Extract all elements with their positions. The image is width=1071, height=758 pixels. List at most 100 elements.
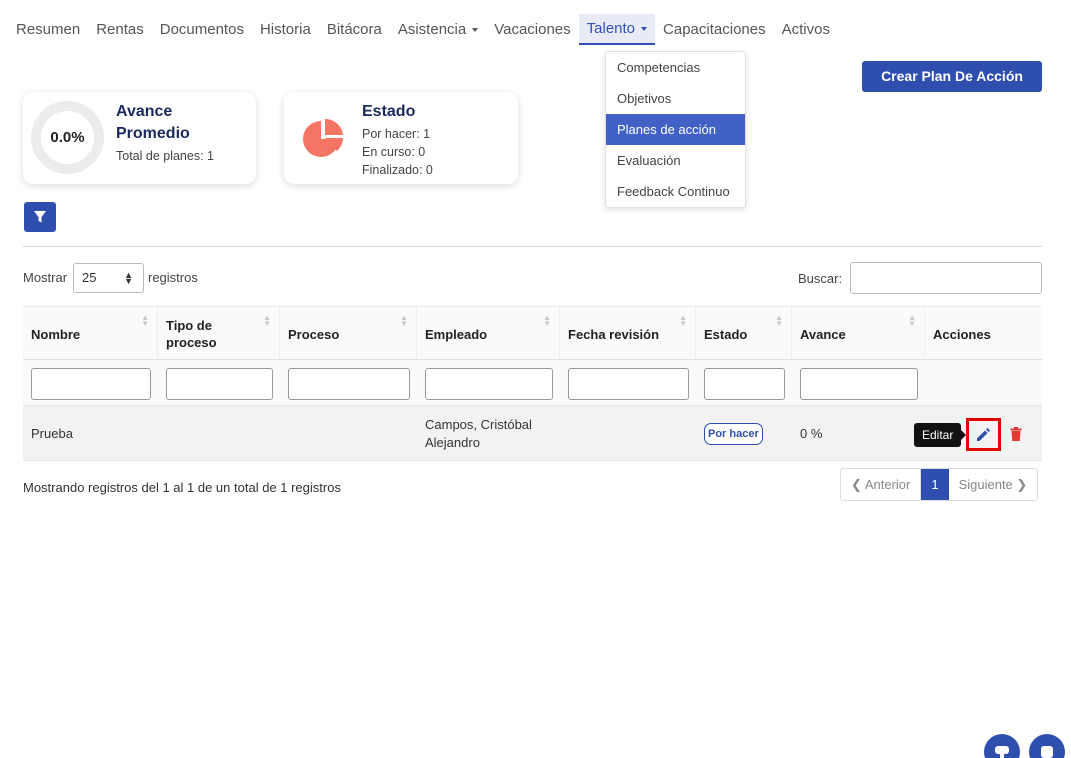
nav-asistencia[interactable]: Asistencia [390,15,486,44]
pencil-icon [977,428,990,441]
menu-item-objetivos[interactable]: Objetivos [606,83,745,114]
filter-icon [34,211,46,223]
cell-estado: Por hacer [696,406,792,461]
header-label: Nombre [31,326,81,342]
filter-proceso-input[interactable] [288,368,410,400]
filter-empleado-input[interactable] [425,368,553,400]
header-label: Proceso [288,326,340,342]
prev-label: Anterior [864,477,911,492]
chat-icon [995,746,1009,758]
nav-vacaciones[interactable]: Vacaciones [486,15,578,44]
header-fecha-revision[interactable]: Fecha revisión ▲ ▼ [560,307,696,361]
nav-label: Documentos [159,20,244,38]
filter-avance-input[interactable] [800,368,918,400]
support-button[interactable] [1029,734,1065,758]
header-tipo-de-proceso[interactable]: Tipo de proceso ▲ ▼ [158,307,280,361]
nav-label: Talento [586,19,636,37]
talento-dropdown-menu: Competencias Objetivos Planes de acción … [605,51,746,208]
edit-tooltip: Editar [914,423,967,447]
average-progress-card: 0.0% Avance Promedio Total de planes: 1 [23,92,256,184]
sort-icon: ▲ ▼ [908,313,916,328]
nav-activos[interactable]: Activos [774,15,838,44]
menu-item-evaluacion[interactable]: Evaluación [606,145,745,176]
header-estado[interactable]: Estado ▲ ▼ [696,307,792,361]
average-progress-title-line2: Promedio [116,125,190,142]
status-por-hacer: Por hacer: 1 [362,127,431,141]
status-title: Estado [362,103,416,120]
header-avance[interactable]: Avance ▲ ▼ [792,307,925,361]
filter-tipo-input[interactable] [166,368,273,400]
page-length-value: 25 [82,270,97,285]
nav-label: Asistencia [397,20,467,38]
pagination-page-1[interactable]: 1 [921,469,949,500]
header-label: Tipo de proceso [166,317,217,351]
nav-label: Bitácora [326,20,382,38]
next-label: Siguiente [958,477,1013,492]
divider [23,246,1042,247]
menu-item-competencias[interactable]: Competencias [606,52,745,83]
page-length-select[interactable]: 25 ▲ ▼ [73,263,144,293]
delete-button[interactable] [1008,425,1024,443]
search-input[interactable] [850,262,1042,294]
pagination-next[interactable]: Siguiente ❯ [948,469,1038,500]
chat-button[interactable] [984,734,1020,758]
column-filter-row [23,360,1042,406]
header-acciones: Acciones [925,307,1042,361]
sort-icon: ▲ ▼ [400,313,408,328]
sort-icon: ▲ ▼ [141,313,149,328]
header-nombre[interactable]: Nombre ▲ ▼ [23,307,158,361]
filter-nombre-input[interactable] [31,368,151,400]
nav-talento[interactable]: Talento [578,13,656,45]
header-label: Acciones [933,326,991,342]
header-label: Estado [704,326,748,342]
records-label: registros [148,270,198,285]
cell-empleado-text: Campos, Cristóbal Alejandro [425,416,532,452]
sort-icon: ▲ ▼ [543,313,551,328]
header-label: Avance [800,326,846,342]
headset-icon [1041,746,1053,758]
nav-rentas[interactable]: Rentas [88,15,152,44]
cell-nombre: Prueba [31,425,73,441]
empleado-line2: Alejandro [425,434,480,450]
pagination-prev[interactable]: ❮ Anterior [841,469,922,500]
nav-historia[interactable]: Historia [252,15,319,44]
menu-item-feedback-continuo[interactable]: Feedback Continuo [606,176,745,207]
caret-down-icon [641,26,648,31]
edit-button[interactable] [966,418,1001,451]
sort-icon: ▲ ▼ [775,313,783,328]
sort-icon: ▲ ▼ [679,313,687,328]
caret-down-icon [472,27,479,32]
table-header: Nombre ▲ ▼ Tipo de proceso ▲ ▼ Proceso ▲ ▼ Empl… [23,306,1042,361]
pagination: ❮ Anterior 1 Siguiente ❯ [840,468,1039,501]
nav-label: Activos [781,20,830,38]
header-label: Fecha revisión [568,326,660,342]
header-proceso[interactable]: Proceso ▲ ▼ [280,307,417,361]
filter-fecha-input[interactable] [568,368,689,400]
header-label-line2: proceso [166,335,217,350]
cell-avance: 0 % [800,425,823,441]
header-empleado[interactable]: Empleado ▲ ▼ [417,307,560,361]
nav-capacitaciones[interactable]: Capacitaciones [655,15,774,44]
header-label-line1: Tipo de [166,318,212,333]
table-row: Prueba Campos, Cristóbal Alejandro Por ha… [23,406,1042,461]
menu-item-planes-de-accion[interactable]: Planes de acción [606,114,745,145]
average-progress-value: 0.0% [50,129,85,146]
nav-label: Capacitaciones [663,20,766,38]
nav-resumen[interactable]: Resumen [8,15,88,44]
total-plans-text: Total de planes: 1 [116,149,214,163]
chevron-right-icon: ❯ [1016,477,1028,492]
table-info: Mostrando registros del 1 al 1 de un tot… [23,480,341,495]
empleado-line1: Campos, Cristóbal [425,416,532,432]
filter-estado-input[interactable] [704,368,785,400]
nav-bitacora[interactable]: Bitácora [319,15,390,44]
chevron-left-icon: ❮ [851,477,862,492]
nav-label: Rentas [96,20,144,38]
status-en-curso: En curso: 0 [362,145,426,159]
select-arrows-icon: ▲ ▼ [124,270,133,286]
filter-button[interactable] [24,202,56,232]
sort-icon: ▲ ▼ [263,313,271,328]
nav-documentos[interactable]: Documentos [152,15,252,44]
average-progress-title-line1: Avance [116,103,173,120]
create-action-plan-button[interactable]: Crear Plan De Acción [862,61,1042,92]
nav-label: Historia [259,20,311,38]
